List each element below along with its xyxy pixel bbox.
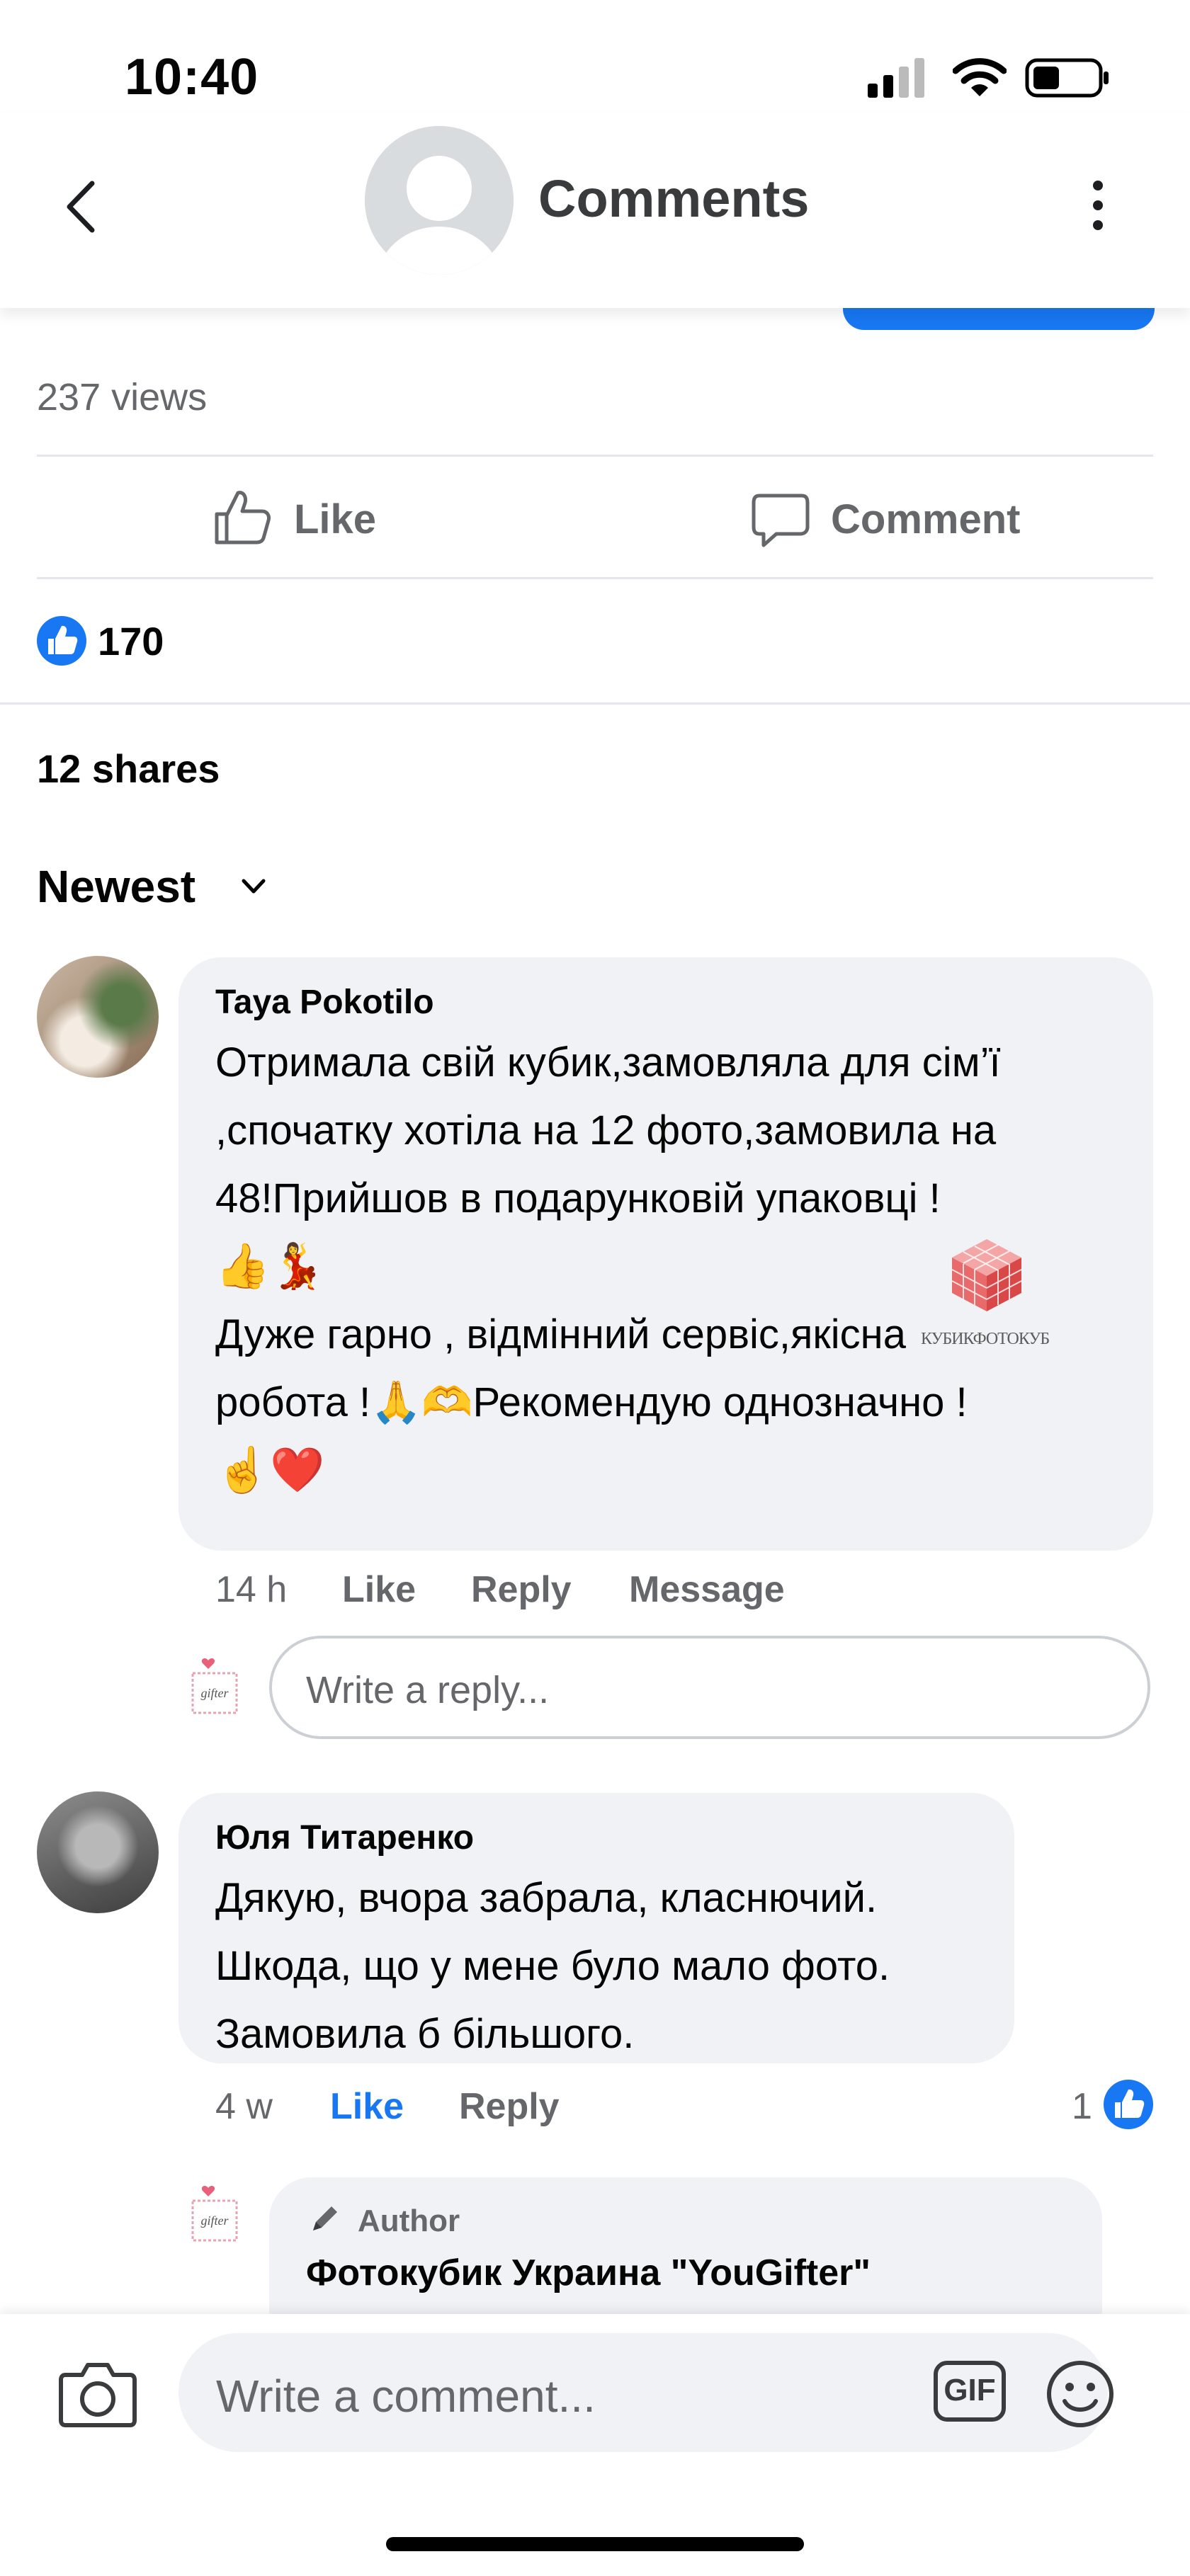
profile-avatar[interactable] — [365, 126, 514, 275]
chevron-down-icon[interactable] — [239, 872, 268, 901]
page-title: Comments — [538, 169, 810, 228]
commenter-avatar[interactable] — [37, 956, 159, 1078]
comment-author[interactable]: Юля Титаренко — [215, 1818, 474, 1857]
view-count: 237 views — [37, 376, 208, 418]
comment-author[interactable]: Taya Pokotilo — [215, 983, 434, 1022]
like-button[interactable]: Like — [294, 496, 376, 543]
comment-like-button[interactable]: Like — [342, 1568, 416, 1611]
wifi-icon — [953, 58, 1007, 96]
comment-line: Замовила б більшого. — [215, 2011, 635, 2057]
comment-line: 48!Прийшов в подарунковій упаковці ! — [215, 1175, 941, 1221]
home-indicator[interactable] — [386, 2537, 804, 2551]
back-arrow-icon[interactable] — [64, 181, 99, 233]
gif-icon[interactable]: GIF — [931, 2356, 1008, 2427]
comment-line: ,спочатку хотіла на 12 фото,замовила на — [215, 1107, 997, 1153]
status-time: 10:40 — [125, 49, 259, 106]
watermark-cube-icon — [951, 1239, 1022, 1311]
comment-timestamp[interactable]: 4 w — [215, 2085, 273, 2128]
comment-message-button[interactable]: Message — [629, 1568, 785, 1611]
like-reaction-icon[interactable] — [37, 616, 86, 666]
yougifter-logo-icon: gifter — [191, 1658, 238, 1714]
cellular-signal-icon — [868, 58, 924, 98]
share-count[interactable]: 12 shares — [37, 746, 220, 792]
like-reaction-icon[interactable] — [1104, 2080, 1153, 2129]
comment-author[interactable]: Фотокубик Украина "YouGifter" — [306, 2252, 871, 2294]
svg-text:gifter: gifter — [201, 2213, 230, 2228]
divider — [0, 702, 1190, 705]
camera-icon[interactable] — [58, 2358, 137, 2429]
comment-reply-button[interactable]: Reply — [459, 2085, 560, 2128]
emoji-smile-icon[interactable] — [1045, 2359, 1116, 2429]
pencil-icon — [313, 2206, 337, 2230]
default-avatar-icon — [365, 126, 514, 275]
divider — [37, 577, 1153, 579]
comment-reaction-count[interactable]: 1 — [1072, 2085, 1092, 2128]
comment-line: Шкода, що у мене було мало фото. — [215, 1943, 890, 1989]
emoji-line: ☝️❤️ — [215, 1446, 325, 1495]
comment-line: робота !🙏🫶Рекомендую однозначно ! — [215, 1379, 968, 1425]
reply-placeholder: Write a reply... — [306, 1669, 550, 1711]
sort-dropdown[interactable]: Newest — [37, 860, 196, 913]
comment-bubble-icon[interactable] — [751, 490, 810, 549]
divider — [37, 455, 1153, 457]
battery-icon — [1025, 58, 1109, 98]
commenter-avatar[interactable] — [37, 1791, 159, 1913]
comment-line: Отримала свій кубик,замовляла для сім’ї — [215, 1039, 1001, 1085]
svg-text:gifter: gifter — [201, 1686, 230, 1700]
more-options-icon[interactable] — [1077, 177, 1119, 234]
comment-placeholder: Write a comment... — [216, 2371, 596, 2422]
author-badge: Author — [358, 2204, 460, 2238]
yougifter-logo-icon: gifter — [191, 2186, 238, 2242]
watermark-text: КУБИКФОТОКУБ — [921, 1330, 1050, 1348]
thumbs-up-icon[interactable] — [212, 487, 272, 547]
comment-like-button[interactable]: Like — [330, 2085, 404, 2128]
comment-button[interactable]: Comment — [831, 496, 1020, 543]
comment-text: Дякую, вчора забрала, класнючий. Шкода, … — [215, 1864, 994, 2068]
reaction-count[interactable]: 170 — [98, 618, 164, 664]
comment-reply-button[interactable]: Reply — [471, 1568, 572, 1611]
gif-label: GIF — [944, 2373, 996, 2407]
comment-line: Дякую, вчора забрала, класнючий. — [215, 1875, 878, 1921]
comment-timestamp[interactable]: 14 h — [215, 1568, 287, 1611]
